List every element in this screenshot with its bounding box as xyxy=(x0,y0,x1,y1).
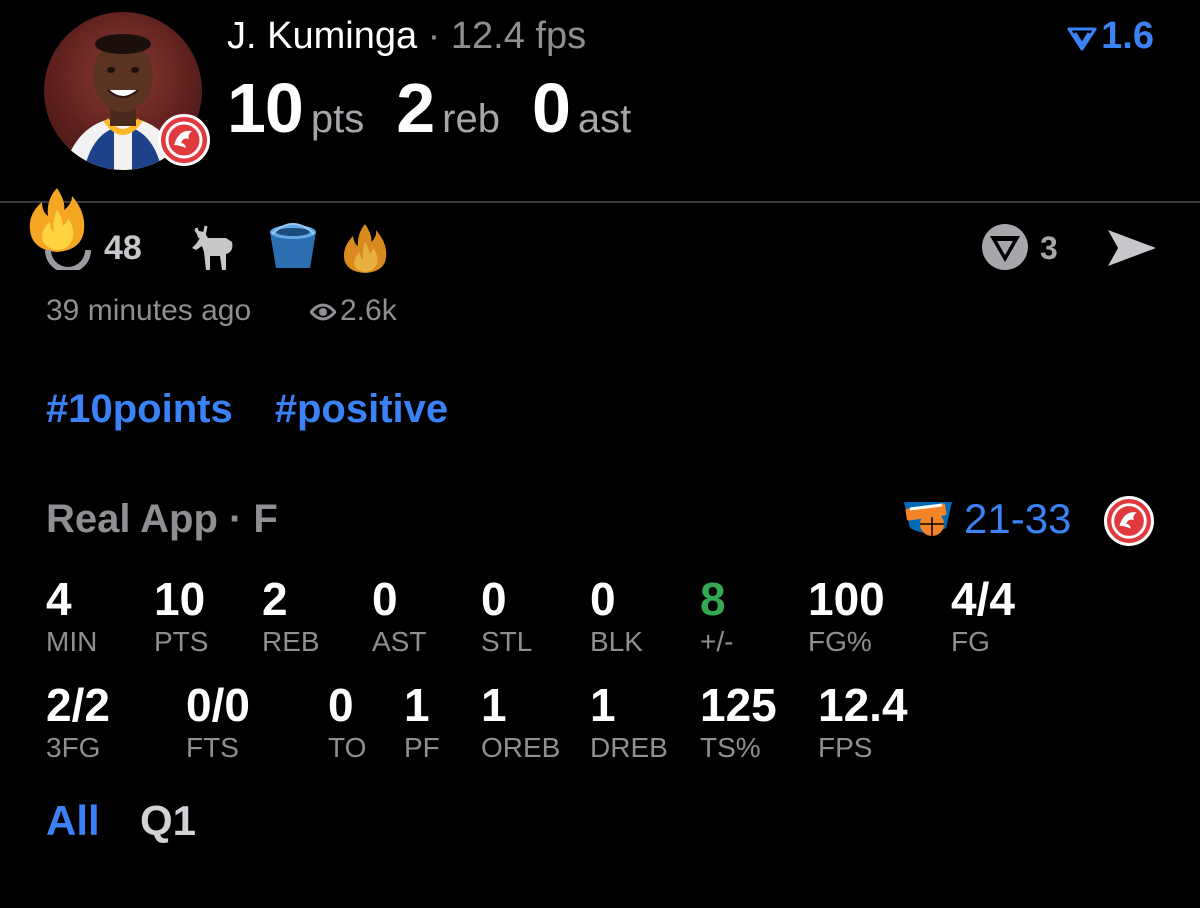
hashtag-positive[interactable]: #positive xyxy=(275,387,448,431)
stat-reb: 2 REB xyxy=(262,574,320,658)
stat-label: DREB xyxy=(590,732,668,763)
stat-value: 0 xyxy=(328,679,354,731)
headline-assists-unit: ast xyxy=(577,97,632,141)
stat-label: BLK xyxy=(590,626,643,657)
rating-value: 1.6 xyxy=(1101,15,1154,57)
stat-fts: 0/0 FTS xyxy=(186,680,250,764)
header-divider xyxy=(0,201,1200,203)
stat-fg: 4/4 FG xyxy=(951,574,1015,658)
stat-label: 3FG xyxy=(46,732,101,763)
stat-value: 8 xyxy=(700,573,726,625)
headline-points-unit: pts xyxy=(310,97,365,141)
hashtags: #10points #positive xyxy=(46,384,490,434)
hashtag-10points[interactable]: #10points xyxy=(46,387,233,431)
stat-value: 0 xyxy=(481,573,507,625)
vote-icon[interactable] xyxy=(980,222,1030,272)
stat-value: 4 xyxy=(46,573,72,625)
stat-label: FG xyxy=(951,626,990,657)
stat-min: 4 MIN xyxy=(46,574,97,658)
stat-fg-pct: 100 FG% xyxy=(808,574,885,658)
stat-pts: 10 PTS xyxy=(154,574,208,658)
stat-3fg: 2/2 3FG xyxy=(46,680,110,764)
tab-all[interactable]: All xyxy=(46,796,100,846)
stat-blk: 0 BLK xyxy=(590,574,643,658)
eye-icon xyxy=(309,303,337,321)
game-score[interactable]: 21-33 xyxy=(964,494,1071,544)
headline-rebounds-value: 2 xyxy=(396,69,435,147)
stat-label: FPS xyxy=(818,732,873,763)
stat-label: TO xyxy=(328,732,367,763)
stat-value: 4/4 xyxy=(951,573,1015,625)
stat-value: 10 xyxy=(154,573,206,625)
stat-label: FTS xyxy=(186,732,239,763)
bucket-icon[interactable] xyxy=(266,222,320,272)
stat-value: 0/0 xyxy=(186,679,250,731)
stat-plus-minus: 8 +/- xyxy=(700,574,733,658)
vote-count: 3 xyxy=(1040,230,1058,266)
stat-label: PF xyxy=(404,732,440,763)
stat-label: OREB xyxy=(481,732,561,763)
headline-rebounds-unit: reb xyxy=(442,97,500,141)
headline-stats: 10 pts 2 reb 0 ast xyxy=(227,72,663,164)
stat-label: MIN xyxy=(46,626,98,657)
reaction-ring-icon xyxy=(44,230,92,273)
fire-icon[interactable] xyxy=(340,222,390,274)
stat-label: FG% xyxy=(808,626,872,657)
reaction-count[interactable]: 48 xyxy=(104,228,142,268)
knicks-logo-icon[interactable] xyxy=(902,494,954,542)
stat-label: STL xyxy=(481,626,533,657)
stat-stl: 0 STL xyxy=(481,574,532,658)
hawks-logo-icon[interactable] xyxy=(1104,496,1154,546)
stat-value: 100 xyxy=(808,573,885,625)
stat-pf: 1 PF xyxy=(404,680,440,764)
stat-value: 1 xyxy=(404,679,430,731)
stat-label: +/- xyxy=(700,626,734,657)
goat-icon[interactable] xyxy=(186,224,240,272)
view-count-group: 2.6k xyxy=(309,292,397,330)
stat-value: 1 xyxy=(481,679,507,731)
hawks-logo-icon xyxy=(158,114,210,166)
stat-value: 12.4 xyxy=(818,679,908,731)
stat-label: AST xyxy=(372,626,427,657)
stat-value: 0 xyxy=(372,573,398,625)
rating-badge[interactable]: 1.6 xyxy=(1067,14,1154,58)
player-name[interactable]: J. Kuminga xyxy=(227,15,417,57)
name-separator: · xyxy=(417,15,451,57)
stat-ts-pct: 125 TS% xyxy=(700,680,777,764)
stat-fps: 12.4 FPS xyxy=(818,680,908,764)
stat-label: TS% xyxy=(700,732,761,763)
stat-value: 2/2 xyxy=(46,679,110,731)
stat-label: REB xyxy=(262,626,320,657)
player-name-line: J. Kuminga · 12.4 fps xyxy=(227,14,586,58)
stat-oreb: 1 OREB xyxy=(481,680,560,764)
post-time: 39 minutes ago xyxy=(46,294,252,327)
tab-q1[interactable]: Q1 xyxy=(140,796,196,846)
player-fps: 12.4 fps xyxy=(450,15,587,57)
stat-value: 0 xyxy=(590,573,616,625)
rating-icon xyxy=(1067,27,1097,51)
stat-value: 1 xyxy=(590,679,616,731)
stat-value: 2 xyxy=(262,573,288,625)
headline-points-value: 10 xyxy=(227,69,304,147)
stat-ast: 0 AST xyxy=(372,574,426,658)
stat-dreb: 1 DREB xyxy=(590,680,668,764)
game-title: Real App · F xyxy=(46,497,278,541)
stat-label: PTS xyxy=(154,626,209,657)
headline-assists-value: 0 xyxy=(531,69,571,147)
send-icon[interactable] xyxy=(1104,226,1158,270)
view-count: 2.6k xyxy=(340,294,397,327)
stat-to: 0 TO xyxy=(328,680,366,764)
stat-value: 125 xyxy=(700,679,777,731)
